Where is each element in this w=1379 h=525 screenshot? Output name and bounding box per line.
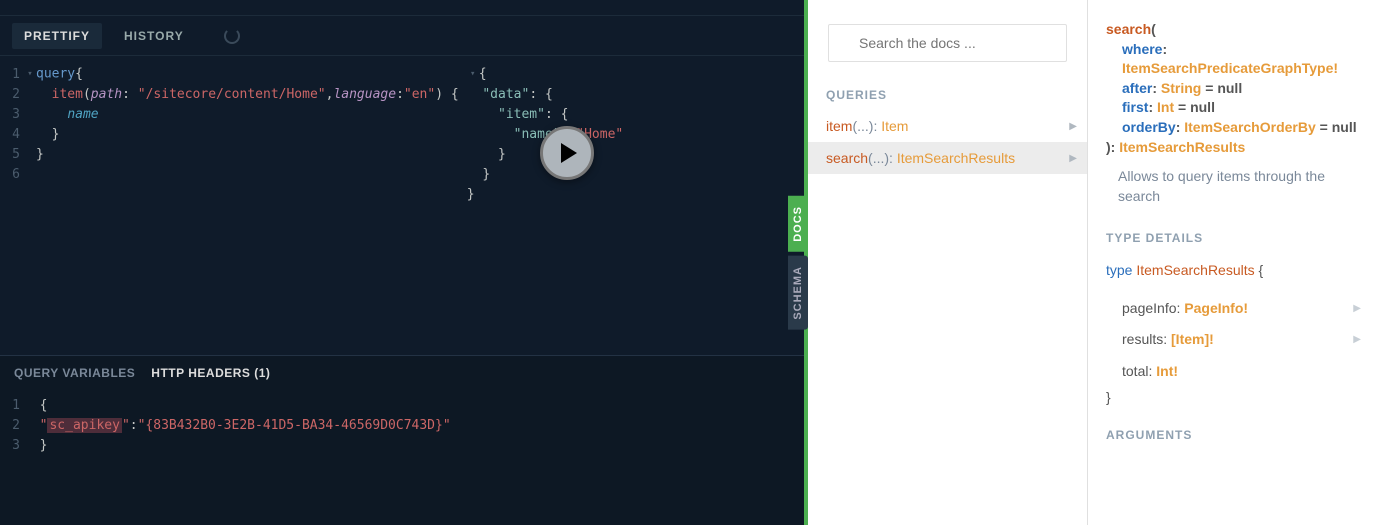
query-editor[interactable]: 1▾query{ 2 item(path: "/sitecore/content…: [0, 56, 459, 355]
bottom-panel: QUERY VARIABLES HTTP HEADERS (1) 1 { 2 "…: [0, 355, 804, 525]
field-row[interactable]: total: Int!: [1106, 356, 1361, 388]
search-input[interactable]: [828, 24, 1067, 62]
execute-button[interactable]: [540, 126, 594, 180]
side-tabs: DOCS SCHEMA: [788, 196, 808, 329]
fold-icon[interactable]: ▾: [467, 64, 479, 84]
chevron-right-icon: ▶: [1353, 333, 1361, 347]
line-number: 1: [8, 65, 24, 85]
result-viewer: ▾{ "data": { "item": { "name": "Home" } …: [459, 56, 804, 355]
docs-details: search( where:ItemSearchPredicateGraphTy…: [1088, 0, 1379, 525]
graphiql-panel: PRETTIFY HISTORY 1▾query{ 2 item(path: "…: [0, 0, 808, 525]
queries-label: QUERIES: [808, 78, 1087, 110]
top-strip: [0, 0, 804, 16]
history-button[interactable]: HISTORY: [112, 23, 196, 49]
chevron-right-icon: ▶: [1069, 153, 1077, 164]
query-variables-tab[interactable]: QUERY VARIABLES: [14, 366, 135, 380]
chevron-right-icon: ▶: [1069, 121, 1077, 132]
bottom-tabs: QUERY VARIABLES HTTP HEADERS (1): [0, 356, 804, 390]
toolbar: PRETTIFY HISTORY: [0, 16, 804, 56]
docs-tab[interactable]: DOCS: [788, 196, 808, 252]
arguments-heading: ARGUMENTS: [1106, 427, 1361, 444]
type-declaration: type ItemSearchResults {: [1106, 261, 1361, 281]
schema-tab[interactable]: SCHEMA: [788, 256, 808, 330]
editor-split: 1▾query{ 2 item(path: "/sitecore/content…: [0, 56, 804, 355]
prettify-button[interactable]: PRETTIFY: [12, 23, 102, 49]
query-row-search[interactable]: search(...): ItemSearchResults ▶: [808, 142, 1087, 174]
loading-icon: [224, 28, 240, 44]
docs-panel: QUERIES item(...): Item ▶ search(...): I…: [808, 0, 1379, 525]
signature: search( where:ItemSearchPredicateGraphTy…: [1106, 20, 1361, 157]
description: Allows to query items through the search: [1118, 167, 1361, 206]
http-headers-tab[interactable]: HTTP HEADERS (1): [151, 366, 270, 380]
query-row-item[interactable]: item(...): Item ▶: [808, 110, 1087, 142]
docs-nav: QUERIES item(...): Item ▶ search(...): I…: [808, 0, 1088, 525]
headers-editor[interactable]: 1 { 2 "sc_apikey":"{83B432B0-3E2B-41D5-B…: [0, 390, 804, 456]
field-row[interactable]: pageInfo: PageInfo! ▶: [1106, 293, 1361, 325]
chevron-right-icon: ▶: [1353, 302, 1361, 316]
play-icon: [561, 143, 577, 163]
fold-icon[interactable]: ▾: [24, 64, 36, 84]
type-details-heading: TYPE DETAILS: [1106, 230, 1361, 247]
field-row[interactable]: results: [Item]! ▶: [1106, 324, 1361, 356]
